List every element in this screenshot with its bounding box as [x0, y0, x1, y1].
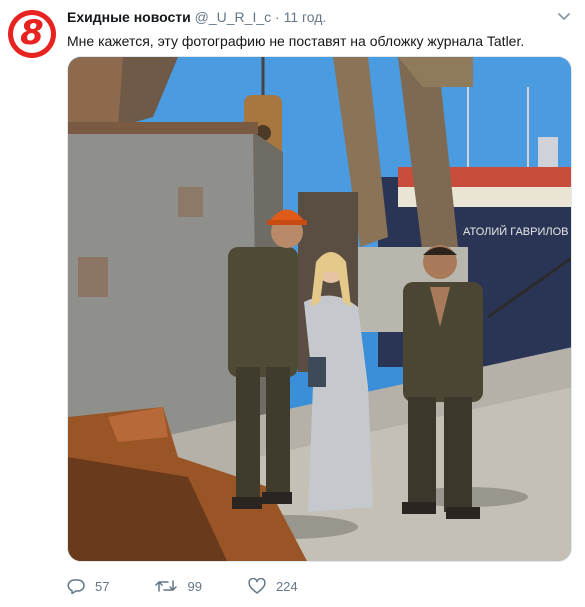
user-handle[interactable]: @_U_R_I_c: [195, 9, 271, 25]
like-count: 224: [275, 578, 298, 594]
tweet-photo[interactable]: АТОЛИЙ ГАВРИЛОВ: [67, 56, 572, 562]
tweet-text: Мне кажется, эту фотографию не поставят …: [67, 33, 525, 49]
reply-icon: [67, 579, 85, 594]
timestamp[interactable]: 11 год.: [284, 9, 327, 25]
retweet-button[interactable]: 99: [155, 578, 202, 594]
tweet-header: Ехидные новости @_U_R_I_c · 11 год.: [67, 9, 326, 25]
retweet-count: 99: [187, 578, 202, 594]
ship-name: АТОЛИЙ ГАВРИЛОВ: [463, 225, 568, 238]
heart-icon: [248, 578, 266, 594]
separator: ·: [275, 9, 280, 25]
tweet-actions: 57 99 224: [67, 577, 344, 595]
reply-button[interactable]: 57: [67, 578, 109, 594]
avatar[interactable]: 8: [8, 10, 56, 58]
like-button[interactable]: 224: [248, 578, 298, 594]
reply-count: 57: [95, 578, 110, 594]
chevron-down-icon[interactable]: [557, 12, 571, 22]
display-name[interactable]: Ехидные новости: [67, 9, 191, 25]
avatar-label: 8: [20, 13, 44, 53]
photo-scene: АТОЛИЙ ГАВРИЛОВ: [68, 57, 571, 561]
retweet-icon: [155, 580, 178, 592]
avatar-logo: 8: [13, 15, 51, 53]
